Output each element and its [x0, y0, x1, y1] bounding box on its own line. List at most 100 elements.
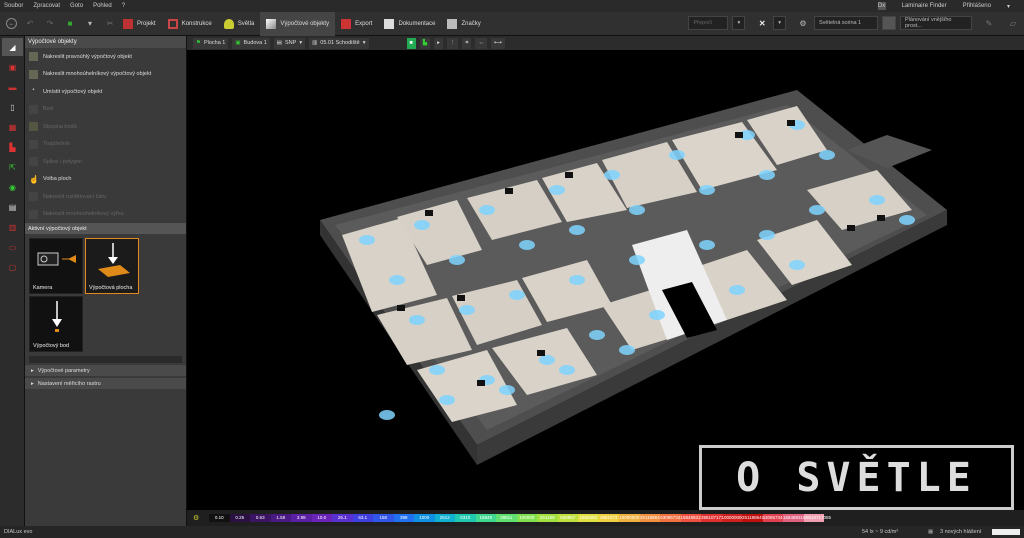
notices-icon[interactable]: ▦ [928, 529, 933, 535]
export-icon [341, 18, 352, 29]
crumb-room[interactable]: ▥ 05.01 Schodiště ▾ [309, 37, 369, 49]
calc-point-group-item[interactable]: Skupina bodů [25, 118, 186, 136]
legend-swatch: 1000 [414, 514, 435, 522]
legend-swatch: 3981072 [598, 514, 619, 522]
chevron-down-icon[interactable]: ▾ [1007, 3, 1010, 10]
tab-vypoctove-objekty[interactable]: Výpočtové objekty [260, 11, 336, 36]
save-icon[interactable]: ■ [63, 17, 77, 31]
layer-icon[interactable]: ▥ [2, 218, 23, 236]
menu-help[interactable]: ? [122, 3, 125, 9]
menu-pohled[interactable]: Pohled [93, 3, 112, 9]
tab-projekt[interactable]: Projekt [117, 12, 162, 36]
menu-goto[interactable]: Goto [70, 3, 83, 9]
outdoor-plan-select[interactable]: Plánování vnějšího prost... [900, 16, 972, 30]
dx-icon[interactable]: Dx [877, 2, 886, 10]
tile-calc-surface[interactable]: Výpočtová plocha [85, 238, 139, 294]
eye-icon[interactable]: ◉ [2, 178, 23, 196]
view-icon[interactable]: ▱ [1006, 16, 1020, 30]
construction-icon [167, 18, 178, 29]
3d-viewport[interactable] [187, 50, 1024, 510]
legend-swatch: 0.25 [229, 514, 250, 522]
tab-konstrukce[interactable]: Konstrukce [162, 12, 218, 36]
watermark-logo: O SVĚTLE [699, 445, 1014, 510]
legend-swatch: 3.98 [291, 514, 312, 522]
tile-scrollbar[interactable] [29, 356, 182, 363]
draw-rect-calc-object[interactable]: Nakreslit pravoúhlý výpočtový objekt [25, 48, 186, 66]
section-calc-parameters[interactable]: ▸ Výpočtové parametry [25, 365, 186, 376]
door-tool-icon[interactable]: ▯ [2, 98, 23, 116]
view-3d-button[interactable]: ■ [406, 37, 416, 49]
legend-settings-icon[interactable]: ⚙ [193, 514, 199, 522]
draw-split-line-item[interactable]: Nakreslit rozdělovací čáru [25, 188, 186, 206]
chevron-down-icon: ▾ [362, 40, 366, 46]
draw-poly-cutout-item[interactable]: Nakreslit mnohoúhelníkový výřez [25, 206, 186, 224]
crumb-budova[interactable]: ▣ Budova 1 [232, 37, 270, 49]
undo-icon[interactable]: ↶ [23, 17, 37, 31]
pencil-icon[interactable]: ✎ [982, 16, 996, 30]
cut-icon[interactable]: ✂ [103, 17, 117, 31]
false-color-legend: ⚙ 0.10 0.25 0.63 1.58 3.98 10.0 25.1 63.1 158 398… [187, 510, 1024, 526]
select-surfaces-item[interactable]: ☝ Volba ploch [25, 171, 186, 189]
triangle-item[interactable]: Trojúhelník [25, 136, 186, 154]
report-icon[interactable]: ▤ [2, 198, 23, 216]
legend-swatch: 158489319 [680, 514, 704, 522]
exit-sign-icon[interactable]: ⇱ [2, 158, 23, 176]
login-menu[interactable]: Přihlášeno [963, 3, 991, 9]
floor-tool-icon[interactable]: ▙ [2, 138, 23, 156]
view-play-icon[interactable]: ▸ [434, 37, 443, 49]
draw-poly-calc-object[interactable]: Nakreslit mnohoúhelníkový výpočtový obje… [25, 66, 186, 84]
menu-soubor[interactable]: Soubor [4, 3, 23, 9]
brand-label: DIALux evo [4, 529, 33, 535]
wall-tool-icon[interactable]: ▦ [2, 118, 23, 136]
view-grid-icon[interactable]: ⋮ [446, 37, 459, 49]
status-bar: DIALux evo 54 lx ~ 9 cd/m² ▦ 3 nových hl… [0, 526, 1024, 538]
left-tool-strip: ◢ ▣ ▬ ▯ ▦ ▙ ⇱ ◉ ▤ ▥ ▭ ▢ [0, 36, 25, 526]
point-group-icon [29, 122, 38, 132]
recalc-button[interactable]: Přepočí [688, 16, 729, 30]
cutout-icon [29, 209, 38, 219]
section-measure-grid[interactable]: ▸ Nastavení měřicího rastru [25, 378, 186, 389]
zoom-slider[interactable] [992, 529, 1020, 535]
tab-export[interactable]: Export [335, 12, 378, 36]
tab-dokumentace[interactable]: Dokumentace [378, 12, 441, 36]
scene-color-swatch[interactable] [882, 16, 896, 30]
tile-camera[interactable]: Kamera [29, 238, 83, 294]
room-tool-icon[interactable]: ▣ [2, 58, 23, 76]
hand-pointer-icon: ☝ [29, 174, 39, 184]
close-icon[interactable]: ✕ [755, 16, 769, 30]
crumb-floor[interactable]: ▤ SNP ▾ [273, 37, 306, 49]
tile-calc-point[interactable]: Výpočtový bod [29, 296, 83, 352]
calc-point-item[interactable]: Bod [25, 101, 186, 119]
light-scene-select[interactable]: Světelná scéna 1 [814, 16, 878, 30]
redo-icon[interactable]: ↷ [43, 17, 57, 31]
tab-znacky[interactable]: Značky [441, 12, 486, 36]
doc-icon [384, 18, 395, 29]
crumb-plocha[interactable]: ⚑ Plocha 1 [193, 37, 229, 49]
close-dropdown-icon[interactable]: ▾ [773, 16, 786, 30]
tab-svetla[interactable]: Světla [218, 12, 261, 36]
split-line-icon [29, 192, 38, 202]
frame-icon[interactable]: ▭ [2, 238, 23, 256]
legend-swatch: 25118864 [639, 514, 660, 522]
calc-area-tool-icon[interactable]: ◢ [2, 38, 23, 56]
view-measure-icon[interactable]: ⇔ [475, 37, 487, 49]
object-icon[interactable]: ▢ [2, 258, 23, 276]
spline-item[interactable]: Spline / polygon [25, 153, 186, 171]
legend-swatch: 63.1 [352, 514, 373, 522]
back-icon[interactable]: ← [6, 18, 17, 29]
gear-icon[interactable]: ⚙ [796, 16, 810, 30]
menu-zpracovat[interactable]: Zpracovat [33, 3, 60, 9]
dropdown-icon[interactable]: ▾ [83, 17, 97, 31]
calc-object-tiles: Kamera Výpočtová plocha Výpočtový bod [25, 234, 186, 356]
notices-count[interactable]: 3 nových hlášení [940, 529, 981, 535]
furniture-tool-icon[interactable]: ▬ [2, 78, 23, 96]
view-frame-icon[interactable]: ⌗ [462, 37, 472, 49]
spline-icon [29, 157, 38, 167]
recalc-dropdown-icon[interactable]: ▾ [732, 16, 746, 30]
legend-swatch: 251189 [537, 514, 558, 522]
luminaire-finder-link[interactable]: Laminaire Finder [902, 3, 947, 9]
flag-icon: ⚑ [196, 40, 201, 46]
view-floor-button[interactable]: ▙ [419, 37, 431, 49]
place-calc-object[interactable]: • Umístit výpočtový objekt [25, 83, 186, 101]
view-ruler-icon[interactable]: ⟷ [490, 37, 505, 49]
